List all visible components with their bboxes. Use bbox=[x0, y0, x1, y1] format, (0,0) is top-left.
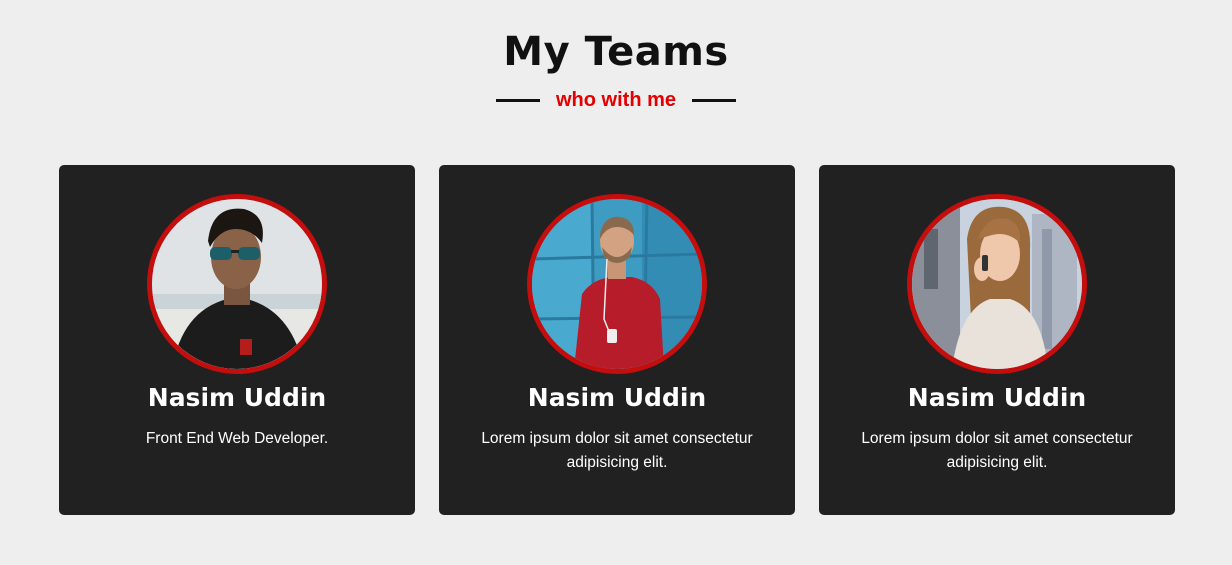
avatar bbox=[147, 194, 327, 374]
avatar-photo bbox=[152, 199, 322, 369]
team-card: Nasim Uddin Front End Web Developer. bbox=[59, 165, 415, 515]
member-description: Lorem ipsum dolor sit amet consectetur a… bbox=[481, 430, 753, 471]
member-description: Lorem ipsum dolor sit amet consectetur a… bbox=[861, 430, 1133, 471]
avatar bbox=[907, 194, 1087, 374]
section-subtitle: who with me bbox=[556, 88, 676, 111]
avatar-photo bbox=[532, 199, 702, 369]
team-card: Nasim Uddin Lorem ipsum dolor sit amet c… bbox=[819, 165, 1175, 515]
member-name: Nasim Uddin bbox=[907, 383, 1087, 412]
team-card: Nasim Uddin Lorem ipsum dolor sit amet c… bbox=[439, 165, 795, 515]
member-name: Nasim Uddin bbox=[527, 383, 707, 412]
member-description: Front End Web Developer. bbox=[145, 430, 329, 447]
subtitle-row: who with me bbox=[0, 86, 1232, 114]
avatar bbox=[527, 194, 707, 374]
member-name: Nasim Uddin bbox=[147, 383, 327, 412]
avatar-photo bbox=[912, 199, 1082, 369]
divider-left bbox=[496, 98, 540, 102]
divider-right bbox=[692, 98, 736, 102]
section-title: My Teams bbox=[503, 29, 729, 75]
